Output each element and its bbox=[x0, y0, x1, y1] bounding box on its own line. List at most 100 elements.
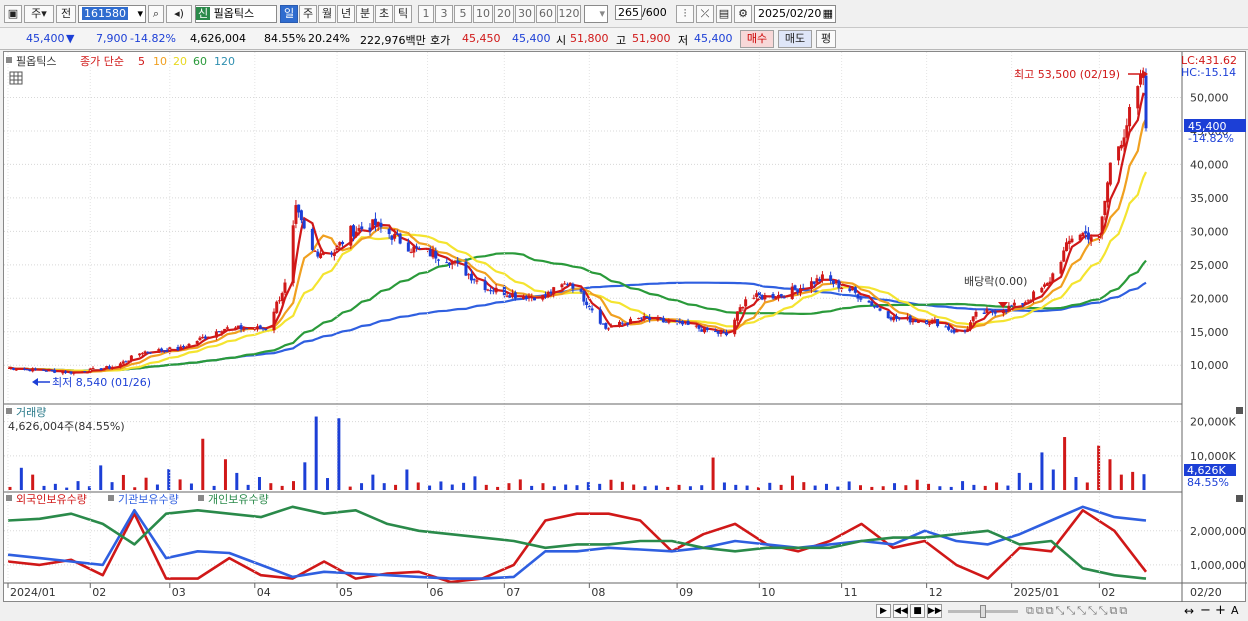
candle-body bbox=[206, 336, 210, 338]
chart-area[interactable]: 10,000 15,000 20,000 25,000 30,000 35,000 40,0… bbox=[3, 51, 1247, 603]
zoom-slider-handle[interactable] bbox=[980, 605, 986, 618]
candle-body bbox=[258, 325, 262, 329]
min-1[interactable]: 1 bbox=[418, 5, 434, 23]
volume-bar bbox=[201, 438, 205, 490]
save-icon[interactable]: ▤ bbox=[716, 5, 732, 23]
play-icon[interactable]: ▶ bbox=[876, 604, 891, 618]
min-3[interactable]: 3 bbox=[435, 5, 453, 23]
interval-select[interactable]: ▾ bbox=[584, 5, 608, 23]
date-input[interactable]: 2025/02/20 ▦ bbox=[754, 5, 836, 23]
candle-body bbox=[889, 317, 893, 320]
candle-body bbox=[656, 317, 660, 321]
code-input[interactable]: 161580 ▾ bbox=[78, 5, 146, 23]
volume-bar bbox=[1040, 452, 1044, 490]
candle-body bbox=[475, 280, 479, 282]
period-day[interactable]: 일 bbox=[280, 5, 298, 23]
draw-tool-icon[interactable]: ⤫ bbox=[696, 5, 714, 23]
current-price: 45,400 bbox=[26, 32, 65, 45]
volume-bar bbox=[473, 476, 477, 490]
candle-body bbox=[395, 233, 399, 235]
plus-icon[interactable]: + bbox=[1215, 603, 1226, 618]
min-10[interactable]: 10 bbox=[473, 5, 493, 23]
legend-retail[interactable]: 개인보유수량 bbox=[208, 493, 269, 506]
candle-body bbox=[1026, 300, 1030, 302]
candle-body bbox=[966, 328, 970, 332]
volume-bar bbox=[632, 484, 636, 490]
stop-icon[interactable]: ■ bbox=[910, 604, 925, 618]
gear-icon[interactable]: ⚙ bbox=[734, 5, 752, 23]
volume-bar bbox=[189, 483, 193, 490]
stock-name-field[interactable]: 신 필옵틱스 bbox=[195, 5, 277, 23]
candle-body bbox=[160, 348, 164, 351]
drawing-tools-icon[interactable]: ⧉⧉⧉⤡⤡⤡⤡⤡⧉⧉ bbox=[1026, 604, 1129, 618]
x-tick-label: 08 bbox=[591, 586, 605, 599]
candle-body bbox=[299, 210, 303, 221]
candle-body bbox=[905, 316, 909, 320]
x-tick-label: 06 bbox=[430, 586, 444, 599]
volume-bar bbox=[564, 484, 568, 490]
min-60[interactable]: 60 bbox=[536, 5, 556, 23]
candle-body bbox=[1078, 234, 1082, 241]
market-select[interactable]: 주▾ bbox=[24, 5, 54, 23]
volume-bar bbox=[65, 487, 69, 490]
search-icon[interactable]: ⌕ bbox=[148, 5, 164, 23]
min-20[interactable]: 20 bbox=[494, 5, 514, 23]
period-month[interactable]: 월 bbox=[318, 5, 336, 23]
candle-body bbox=[897, 317, 901, 319]
period-tick[interactable]: 틱 bbox=[394, 5, 412, 23]
candle-body bbox=[659, 318, 663, 320]
calendar-icon[interactable]: ▦ bbox=[823, 6, 833, 22]
candle-body bbox=[1045, 283, 1049, 286]
candle-body bbox=[988, 308, 992, 310]
forward-icon[interactable]: ▶▶ bbox=[927, 604, 942, 618]
candle-body bbox=[1122, 137, 1126, 147]
zoom-out-icon[interactable]: ↔ bbox=[1184, 604, 1194, 618]
min-120[interactable]: 120 bbox=[557, 5, 581, 23]
period-week[interactable]: 주 bbox=[299, 5, 317, 23]
x-tick-label: 02/20 bbox=[1190, 586, 1222, 599]
avg-button[interactable]: 평 bbox=[816, 30, 836, 48]
rewind-icon[interactable]: ◀◀ bbox=[893, 604, 908, 618]
sell-button[interactable]: 매도 bbox=[778, 30, 812, 48]
candle-body bbox=[195, 340, 199, 344]
x-tick-label: 07 bbox=[506, 586, 520, 599]
min-30[interactable]: 30 bbox=[515, 5, 535, 23]
window-icon[interactable]: ▣ bbox=[4, 5, 22, 23]
holdings-line-0 bbox=[7, 509, 1148, 584]
x-tick-label: 12 bbox=[929, 586, 943, 599]
volume-bar bbox=[790, 475, 794, 490]
period-year[interactable]: 년 bbox=[337, 5, 355, 23]
min-5[interactable]: 5 bbox=[454, 5, 472, 23]
candle-body bbox=[678, 321, 682, 323]
count-field[interactable]: 265/600 bbox=[612, 5, 670, 23]
candle-body bbox=[933, 319, 937, 321]
legend-foreign[interactable]: 외국인보유수량 bbox=[16, 493, 87, 506]
table-icon[interactable] bbox=[9, 71, 23, 85]
legend-stock-name[interactable]: 필옵틱스 bbox=[16, 55, 56, 68]
candle-body bbox=[1059, 261, 1063, 274]
candle-body bbox=[467, 274, 471, 276]
auto-scale-icon[interactable]: A bbox=[1231, 604, 1239, 617]
collapse-icon[interactable] bbox=[1236, 495, 1243, 502]
candle-icon[interactable]: ⫶ bbox=[676, 5, 694, 23]
stock-name: 필옵틱스 bbox=[213, 7, 255, 20]
prev-button[interactable]: 전 bbox=[56, 5, 76, 23]
speaker-icon[interactable]: ◂) bbox=[166, 5, 192, 23]
minus-icon[interactable]: − bbox=[1200, 603, 1211, 618]
chevron-down-icon[interactable]: ▾ bbox=[137, 6, 143, 22]
moving-averages bbox=[8, 92, 1147, 374]
volume-bar bbox=[1142, 474, 1146, 490]
period-minute[interactable]: 분 bbox=[356, 5, 374, 23]
volume-title[interactable]: 거래량 bbox=[16, 406, 46, 419]
volume-bar bbox=[1131, 471, 1135, 490]
candle-body bbox=[373, 218, 377, 226]
candle-body bbox=[664, 321, 668, 323]
period-second[interactable]: 초 bbox=[375, 5, 393, 23]
count-value[interactable]: 265 bbox=[615, 5, 642, 20]
volume-bar bbox=[666, 486, 670, 490]
candle-body bbox=[428, 249, 432, 257]
collapse-icon[interactable] bbox=[1236, 407, 1243, 414]
candle-body bbox=[974, 311, 978, 317]
buy-button[interactable]: 매수 bbox=[740, 30, 774, 48]
legend-inst[interactable]: 기관보유수량 bbox=[118, 493, 179, 506]
